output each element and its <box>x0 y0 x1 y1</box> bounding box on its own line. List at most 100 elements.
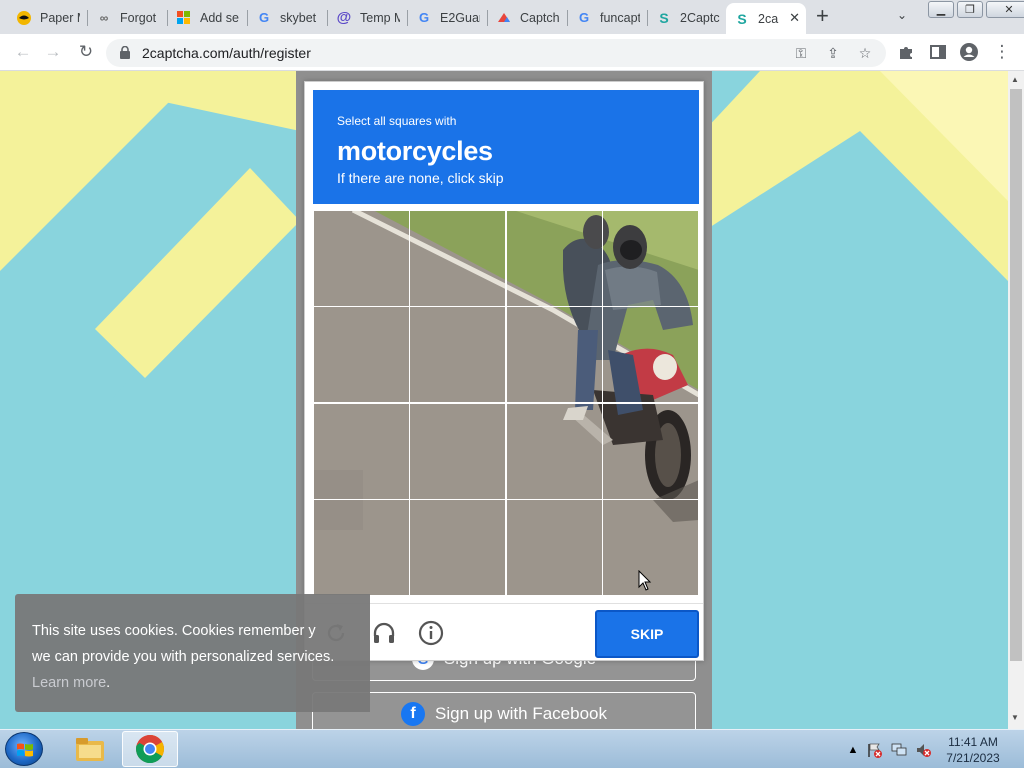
tab-paper-mate[interactable]: Paper M <box>8 3 88 32</box>
browser-toolbar: ← → ↻ 2captcha.com/auth/register ⚿ ⇪ ☆ ⋮ <box>0 34 1024 71</box>
share-icon[interactable]: ⇪ <box>824 44 842 62</box>
infinity-icon: ∞ <box>99 10 109 25</box>
cookie-banner: This site uses cookies. Cookies remember… <box>15 594 370 712</box>
close-tab-icon[interactable]: ✕ <box>789 10 800 26</box>
bookmark-star-icon[interactable]: ☆ <box>856 44 874 62</box>
url-text: 2captcha.com/auth/register <box>142 45 311 61</box>
minimize-icon[interactable]: ▁ <box>928 1 954 18</box>
tab-label: Forgot <box>120 10 157 25</box>
tab-forgot[interactable]: ∞ Forgot <box>88 3 168 32</box>
clock-time: 11:41 AM <box>948 735 998 749</box>
grid-tile-1-4[interactable] <box>602 210 699 307</box>
grid-tile-2-2[interactable] <box>409 306 506 403</box>
grid-tile-4-3[interactable] <box>506 499 603 596</box>
skip-button[interactable]: SKIP <box>595 610 699 658</box>
at-icon: @ <box>336 9 352 26</box>
network-icon[interactable] <box>891 742 907 758</box>
file-explorer-icon <box>76 738 104 761</box>
new-tab-icon[interactable]: + <box>816 5 829 27</box>
grid-tile-1-1[interactable] <box>313 210 410 307</box>
captcha-sub-instruction: If there are none, click skip <box>337 170 504 186</box>
start-button[interactable] <box>5 732 43 766</box>
grid-tile-3-3[interactable] <box>506 403 603 500</box>
chrome-icon <box>136 735 164 764</box>
cookie-text-line2: we can provide you with personalized ser… <box>32 649 335 665</box>
grid-tile-1-3[interactable] <box>506 210 603 307</box>
captcha-target: motorcycles <box>337 136 493 166</box>
close-window-icon[interactable]: ✕ <box>986 1 1024 18</box>
grid-tile-4-1[interactable] <box>313 499 410 596</box>
captcha-header: Select all squares with motorcycles If t… <box>313 90 699 204</box>
tab-captcha[interactable]: Captch <box>488 3 568 32</box>
microsoft-icon <box>176 10 192 26</box>
captcha-instruction: Select all squares with <box>337 114 457 128</box>
action-center-flag-icon[interactable] <box>866 742 882 758</box>
tab-funcaptcha[interactable]: G funcapt <box>568 3 648 32</box>
google-icon: G <box>418 10 430 25</box>
profile-avatar-icon[interactable] <box>958 41 980 63</box>
tab-e2guardian[interactable]: G E2Guar <box>408 3 488 32</box>
page-scrollbar[interactable]: ▲ ▼ <box>1008 71 1024 729</box>
tab-label: 2ca <box>758 11 779 26</box>
tab-temp-mail[interactable]: @ Temp M <box>328 3 408 32</box>
audio-headphones-icon[interactable] <box>371 620 397 646</box>
learn-more-link[interactable]: Learn more <box>32 675 106 691</box>
grid-tile-2-1[interactable] <box>313 306 410 403</box>
cookie-text-line1: This site uses cookies. Cookies remember… <box>32 623 316 639</box>
tab-label: Add se <box>200 10 239 25</box>
facebook-icon: f <box>401 702 425 726</box>
google-icon: G <box>258 10 270 25</box>
tab-label: Temp M <box>360 10 400 25</box>
mouse-cursor-icon <box>638 570 652 591</box>
grid-tile-2-3[interactable] <box>506 306 603 403</box>
scroll-down-icon[interactable]: ▼ <box>1011 713 1019 722</box>
side-panel-icon[interactable] <box>927 41 949 63</box>
grid-tile-3-2[interactable] <box>409 403 506 500</box>
grid-tile-2-4[interactable] <box>602 306 699 403</box>
tab-search-chevron-icon[interactable]: ⌄ <box>897 8 907 22</box>
tab-label: Captch <box>520 10 560 25</box>
tab-strip: Paper M ∞ Forgot Add se G skybet @ Temp … <box>0 0 1024 34</box>
tab-2captcha-active[interactable]: S 2ca ✕ <box>726 3 806 34</box>
paper-mate-icon <box>16 10 32 26</box>
tab-add-se[interactable]: Add se <box>168 3 248 32</box>
tab-skybet[interactable]: G skybet <box>248 3 328 32</box>
windows-taskbar: ▲ 11:41 AM 7/21/2023 <box>0 729 1024 768</box>
tab-2captcha[interactable]: S 2Captc <box>648 3 728 32</box>
taskbar-explorer[interactable] <box>62 731 118 767</box>
tab-label: E2Guar <box>440 10 480 25</box>
extensions-puzzle-icon[interactable] <box>895 41 917 63</box>
captcha-icon <box>496 10 512 26</box>
windows-logo-icon <box>17 743 33 757</box>
restore-icon[interactable]: ❐ <box>957 1 983 18</box>
grid-tile-1-2[interactable] <box>409 210 506 307</box>
tab-label: 2Captc <box>680 10 720 25</box>
menu-kebab-icon[interactable]: ⋮ <box>991 41 1013 63</box>
tab-label: funcapt <box>600 10 640 25</box>
back-icon[interactable]: ← <box>12 41 34 63</box>
scroll-thumb[interactable] <box>1010 89 1022 661</box>
window-controls: ▁ ❐ ✕ <box>928 1 1024 18</box>
tab-label: Paper M <box>40 10 80 25</box>
taskbar-chrome[interactable] <box>122 731 178 767</box>
cookie-period: . <box>106 675 111 691</box>
address-bar[interactable]: 2captcha.com/auth/register ⚿ ⇪ ☆ <box>106 39 886 67</box>
clock-date: 7/21/2023 <box>946 751 1000 765</box>
signup-facebook-label: Sign up with Facebook <box>435 704 607 723</box>
2captcha-icon: S <box>659 9 669 26</box>
forward-icon[interactable]: → <box>42 41 64 63</box>
scroll-up-icon[interactable]: ▲ <box>1011 75 1019 84</box>
key-icon[interactable]: ⚿ <box>792 44 810 62</box>
grid-tile-3-4[interactable] <box>602 403 699 500</box>
2captcha-icon: S <box>737 10 747 27</box>
grid-tile-4-2[interactable] <box>409 499 506 596</box>
volume-muted-icon[interactable] <box>915 742 931 758</box>
google-icon: G <box>578 10 590 25</box>
show-hidden-icons-icon[interactable]: ▲ <box>845 742 861 758</box>
reload-icon[interactable]: ↻ <box>75 41 97 63</box>
grid-tile-3-1[interactable] <box>313 403 410 500</box>
lock-icon <box>120 46 130 59</box>
info-icon[interactable] <box>418 620 444 646</box>
tab-label: skybet <box>280 10 317 25</box>
system-clock[interactable]: 11:41 AM 7/21/2023 <box>942 734 1004 766</box>
